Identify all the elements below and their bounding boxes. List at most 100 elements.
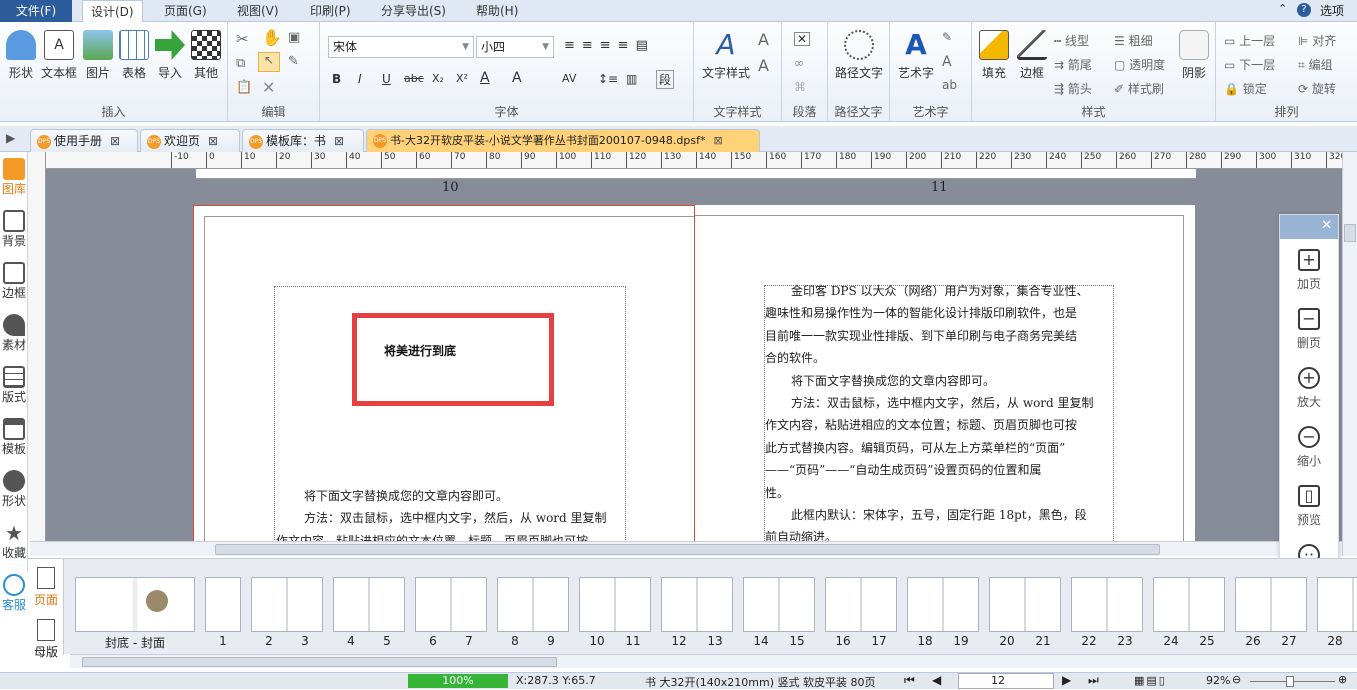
cover-thumbnail[interactable]: [75, 577, 195, 632]
paragraph-icon[interactable]: 段: [656, 70, 675, 89]
align-button[interactable]: ⊫ 对齐: [1298, 32, 1336, 49]
menu-print[interactable]: 印刷(P): [302, 0, 359, 22]
heading-frame[interactable]: 将美进行到底: [352, 313, 554, 406]
magic-wand-icon[interactable]: ✎: [288, 54, 299, 69]
tab-user-manual[interactable]: DPS 使用手册 ⊠: [30, 129, 138, 152]
import-button[interactable]: 导入: [154, 30, 186, 81]
arrow-head-button[interactable]: ⇶ 箭头: [1054, 80, 1092, 97]
help-icon[interactable]: ?: [1297, 3, 1311, 17]
subscript-icon[interactable]: X₂: [432, 72, 444, 85]
scroll-thumb[interactable]: [1344, 224, 1356, 242]
heading-text[interactable]: 将美进行到底: [384, 342, 456, 359]
cut-icon[interactable]: ✂: [236, 30, 249, 48]
scroll-thumb[interactable]: [82, 657, 557, 667]
first-page-icon[interactable]: ⏮: [904, 673, 915, 688]
superscript-icon[interactable]: X²: [456, 72, 468, 85]
format-brush-button[interactable]: ✐ 样式刷: [1114, 80, 1164, 97]
text-effect-icon[interactable]: A: [758, 56, 769, 75]
strikethrough-icon[interactable]: abc: [404, 72, 424, 85]
spread-thumbnail[interactable]: [415, 577, 487, 632]
shadow-button[interactable]: 阴影: [1176, 30, 1212, 81]
canvas-vertical-scrollbar[interactable]: [1342, 152, 1357, 556]
hand-icon[interactable]: ✋: [262, 28, 282, 47]
other-button[interactable]: 其他: [190, 30, 222, 81]
spread-thumbnail[interactable]: [497, 577, 569, 632]
table-button[interactable]: 表格: [118, 30, 150, 81]
menu-page[interactable]: 页面(G): [156, 0, 215, 22]
sidebar-item-support[interactable]: 客服: [0, 574, 28, 613]
font-family-select[interactable]: 宋体 ▼: [328, 36, 474, 58]
left-body-text[interactable]: 将下面文字替换成您的文章内容即可。 方法：双击鼠标，选中框内文字，然后，从 wo…: [276, 485, 622, 541]
spread-thumbnail[interactable]: [1235, 577, 1307, 632]
close-icon[interactable]: ✕: [1321, 218, 1332, 233]
text-outline-icon[interactable]: A: [758, 30, 769, 49]
menu-help[interactable]: 帮助(H): [468, 0, 526, 22]
zoom-out-icon[interactable]: ⊖: [1232, 673, 1241, 686]
art-edit-icon[interactable]: ✎: [942, 30, 952, 44]
textbox-button[interactable]: A 文本框: [40, 30, 78, 81]
tab-welcome[interactable]: DPS 欢迎页 ⊠: [140, 129, 240, 152]
path-text-button[interactable]: 路径文字: [830, 30, 888, 81]
menu-file[interactable]: 文件(F): [0, 0, 72, 22]
tab-template-library[interactable]: DPS 模板库：书 ⊠: [242, 129, 364, 152]
image-crop-icon[interactable]: ▣: [288, 30, 300, 45]
arrow-tail-button[interactable]: ⇉ 箭尾: [1054, 56, 1092, 73]
spread-thumbnail[interactable]: [743, 577, 815, 632]
fill-button[interactable]: 填充: [976, 30, 1012, 81]
right-body-text[interactable]: 金印客 DPS 以大众（网络）用户为对象，集合专业性、 趣味性和易操作性为一体的…: [765, 280, 1111, 541]
thickness-button[interactable]: ☰ 粗细: [1114, 32, 1153, 49]
art-3d-icon[interactable]: ab: [942, 78, 957, 92]
spread-thumbnail[interactable]: [989, 577, 1061, 632]
sidebar-item-gallery[interactable]: 图库: [0, 158, 28, 197]
next-page-icon[interactable]: ▶: [1062, 673, 1071, 687]
shape-button[interactable]: 形状: [4, 30, 38, 81]
font-color-icon[interactable]: A: [480, 70, 490, 86]
spread-thumbnail[interactable]: [1153, 577, 1225, 632]
spread-thumbnail[interactable]: [907, 577, 979, 632]
delete-icon[interactable]: ✕: [262, 78, 275, 97]
page-thumbnail[interactable]: [205, 577, 241, 632]
group-button[interactable]: ⌗ 编组: [1298, 56, 1333, 73]
font-grow-icon[interactable]: A: [512, 70, 522, 86]
spread-thumbnail[interactable]: [579, 577, 651, 632]
spread-thumbnail[interactable]: [333, 577, 405, 632]
spread-thumbnail[interactable]: [1071, 577, 1143, 632]
options-menu[interactable]: 选项: [1320, 0, 1344, 22]
scroll-thumb[interactable]: [215, 544, 1160, 555]
spread-thumbnail[interactable]: [251, 577, 323, 632]
zoom-out-button[interactable]: − 缩小: [1280, 426, 1338, 469]
paragraph-align-icons[interactable]: ≡≡≡≡▤: [564, 38, 655, 53]
close-icon[interactable]: ⊠: [208, 134, 218, 148]
paste-icon[interactable]: 📋: [236, 80, 252, 95]
sidebar-item-shape[interactable]: 形状: [0, 470, 28, 509]
font-size-select[interactable]: 小四 ▼: [476, 36, 554, 58]
add-page-button[interactable]: + 加页: [1280, 249, 1338, 292]
bold-icon[interactable]: B: [332, 72, 341, 86]
design-canvas[interactable]: 10 11 将美进行到底 将下面文字替换成您的文章内容即可。 方法：双击鼠标，选…: [46, 169, 1342, 541]
transparency-button[interactable]: ▢ 透明度: [1114, 56, 1165, 73]
zoom-slider-handle[interactable]: [1286, 676, 1294, 687]
sidebar-item-material[interactable]: 素材: [0, 314, 28, 353]
text-style-button[interactable]: A 文字样式: [698, 30, 754, 81]
spread-thumbnail[interactable]: [1317, 577, 1357, 632]
copy-icon[interactable]: ⧉: [236, 56, 245, 71]
underline-icon[interactable]: U: [382, 72, 391, 86]
close-icon[interactable]: ⊠: [110, 134, 120, 148]
close-icon[interactable]: ⊠: [713, 134, 722, 147]
unlink-icon[interactable]: ⌘: [794, 80, 806, 94]
tab-current-document[interactable]: DPS 书-大32开软皮平装-小说文学著作丛书封面200107-0948.dpsf…: [366, 129, 760, 152]
sidebar-item-layout[interactable]: 版式: [0, 366, 28, 405]
last-page-icon[interactable]: ⏭: [1088, 673, 1099, 688]
spread-thumbnail[interactable]: [661, 577, 733, 632]
page-number-input[interactable]: 12: [958, 673, 1054, 689]
sidebar-item-background[interactable]: 背景: [0, 210, 28, 249]
border-button[interactable]: 边框: [1014, 30, 1050, 81]
art-shadow-icon[interactable]: A: [942, 54, 952, 70]
preview-button[interactable]: ▯ 预览: [1280, 485, 1338, 528]
sidebar-item-border[interactable]: 边框: [0, 262, 28, 301]
close-box-icon[interactable]: ✕: [794, 32, 810, 46]
menu-view[interactable]: 视图(V): [229, 0, 287, 22]
tab-collapse-icon[interactable]: ▶: [6, 131, 15, 145]
art-text-button[interactable]: A 艺术字: [892, 30, 940, 81]
select-pointer-icon[interactable]: ↖: [258, 52, 280, 72]
